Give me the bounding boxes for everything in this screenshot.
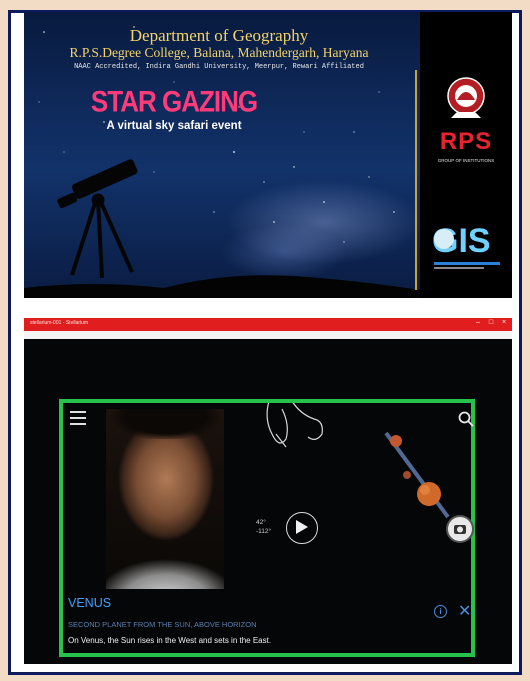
- info-icon[interactable]: i: [434, 605, 447, 618]
- object-name: VENUS: [68, 596, 112, 610]
- menu-bar: Media Playback Audio Video Subtitle Tool…: [24, 331, 512, 345]
- search-icon[interactable]: [458, 411, 474, 427]
- rps-emblem-icon: [447, 77, 485, 118]
- event-banner: Department of Geography R.P.S.Degree Col…: [24, 12, 512, 298]
- camera-icon: [454, 525, 466, 534]
- window-titlebar: stellarium-001 - Stellarium – □ ×: [24, 318, 512, 331]
- rps-logo-text: RPS: [439, 128, 493, 155]
- divider: [415, 70, 417, 290]
- compass-pointer-icon: [296, 520, 308, 534]
- maximize-button[interactable]: □: [485, 319, 497, 329]
- hamburger-icon[interactable]: [70, 411, 86, 425]
- accreditation-line: NAAC Accredited, Indira Gandhi Universit…: [74, 63, 364, 71]
- camera-button[interactable]: [448, 517, 472, 541]
- event-title: STAR GAZING: [90, 83, 258, 119]
- rps-logo-subtitle: GROUP OF INSTITUTIONS: [437, 158, 495, 163]
- object-description: On Venus, the Sun rises in the West and …: [68, 636, 272, 645]
- event-subtitle: A virtual sky safari event: [106, 120, 242, 132]
- gis-logo: GIS: [428, 212, 506, 274]
- object-category: SECOND PLANET FROM THE SUN, ABOVE HORIZO…: [68, 620, 257, 629]
- minimize-button[interactable]: –: [472, 319, 484, 329]
- hill-silhouette: [24, 275, 420, 298]
- window-close-button[interactable]: ×: [498, 319, 510, 329]
- altitude-readout: 42°: [256, 519, 266, 526]
- azimuth-readout: -112°: [256, 528, 272, 535]
- department-name: Department of Geography: [129, 26, 309, 45]
- video-stage[interactable]: 42° -112° VENUS SECOND PLANET FROM THE S…: [24, 339, 512, 664]
- window-title: stellarium-001 - Stellarium: [30, 320, 89, 326]
- media-player-window: stellarium-001 - Stellarium – □ × Media …: [24, 318, 512, 664]
- college-name: R.P.S.Degree College, Balana, Mahenderga…: [69, 45, 369, 60]
- close-icon[interactable]: ✕: [458, 601, 471, 621]
- logo-panel: RPS GROUP OF INSTITUTIONS GIS: [420, 12, 512, 298]
- telescope-icon: [57, 159, 138, 279]
